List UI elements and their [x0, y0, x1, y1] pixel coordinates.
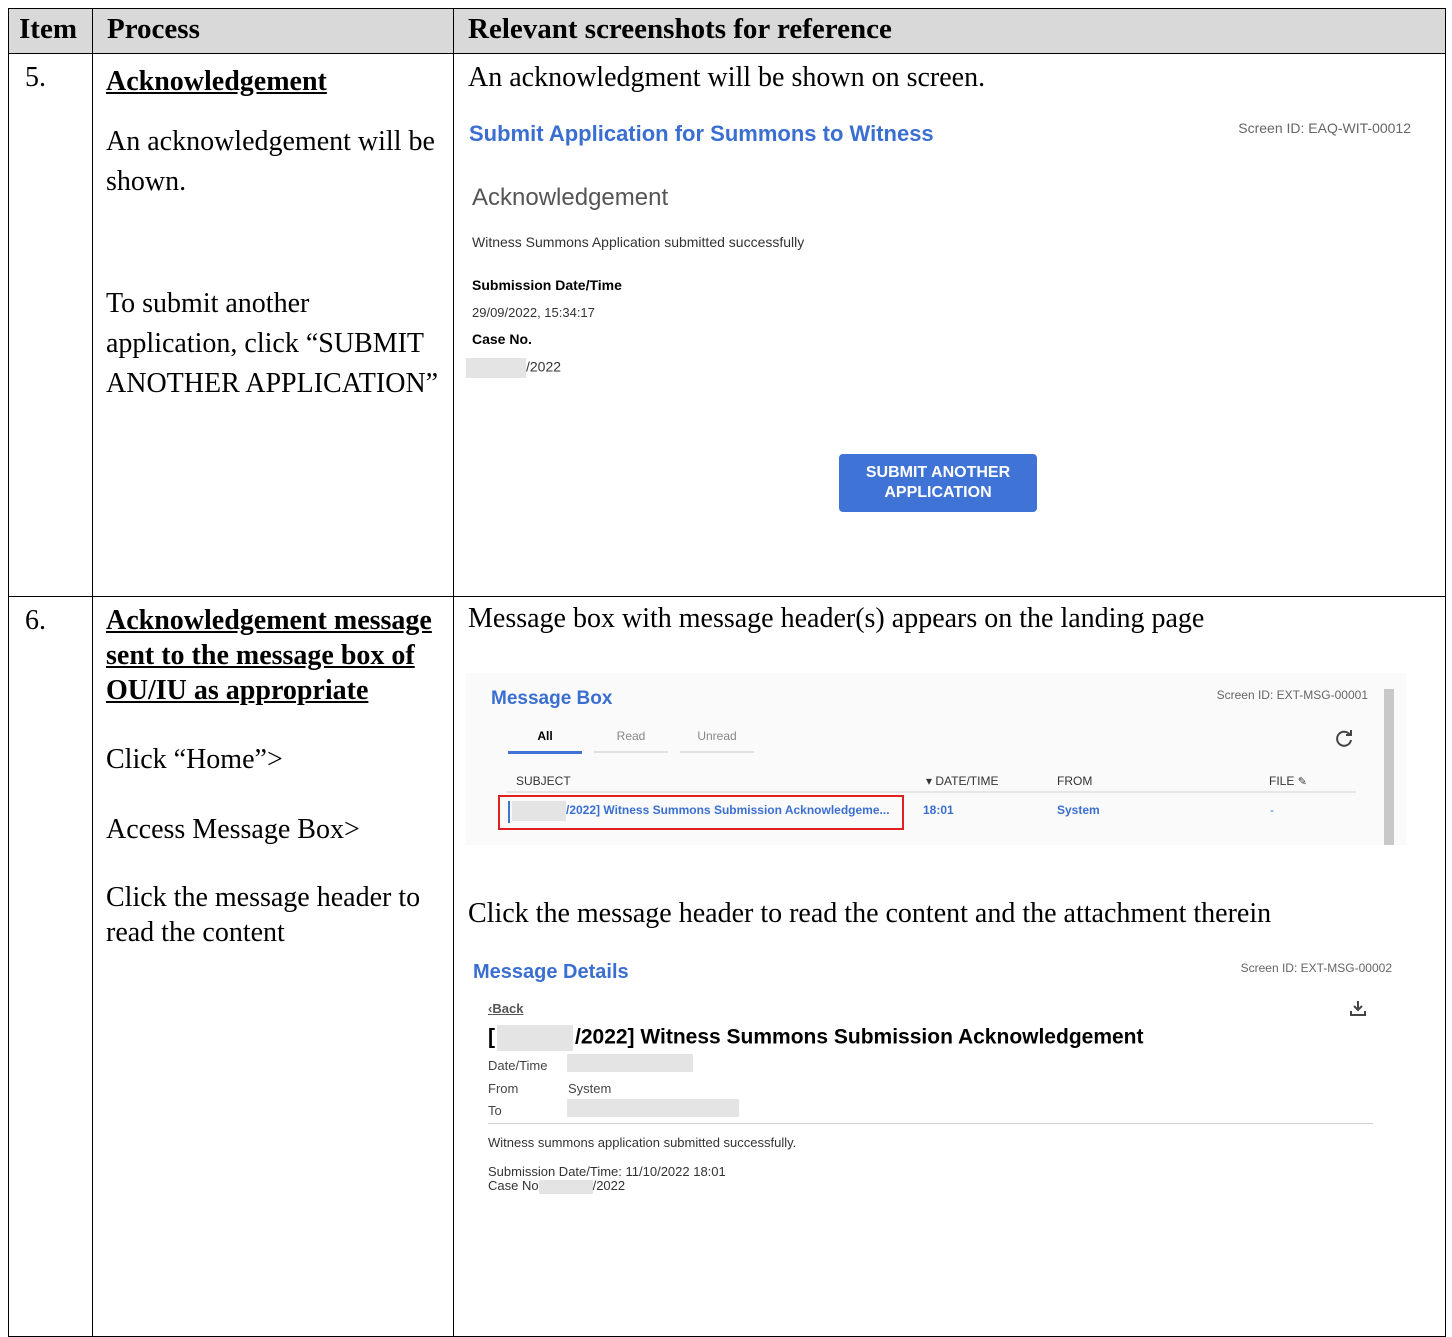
- redacted-block: [567, 1099, 739, 1117]
- paperclip-icon: ✎: [1297, 776, 1307, 788]
- item-number: 5.: [8, 53, 93, 597]
- message-subject-heading: [/2022] Witness Summons Submission Ackno…: [488, 1025, 1144, 1051]
- tab-unread[interactable]: Unread: [680, 729, 754, 753]
- header-process: Process: [92, 8, 454, 54]
- row-marker: [508, 801, 510, 823]
- redacted-block: [497, 1025, 573, 1051]
- col-file[interactable]: FILE ✎: [1269, 774, 1307, 788]
- submit-another-button[interactable]: SUBMIT ANOTHER APPLICATION: [839, 454, 1037, 512]
- message-file: -: [1270, 803, 1274, 817]
- step-title: Acknowledgement: [106, 66, 327, 97]
- message-details-screen: Message Details Screen ID: EXT-MSG-00002…: [466, 955, 1396, 1215]
- date-label: Date/Time: [488, 1058, 548, 1073]
- from-label: From: [488, 1081, 519, 1096]
- message-row[interactable]: /2022] Witness Summons Submission Acknow…: [498, 795, 1358, 830]
- body-line: Case No/2022: [488, 1178, 626, 1194]
- process-cell: Acknowledgement message sent to the mess…: [92, 596, 454, 1337]
- step-desc: An acknowledgement will be shown.: [106, 126, 435, 197]
- caption: Message box with message header(s) appea…: [468, 603, 1205, 634]
- message-time: 18:01: [923, 803, 954, 817]
- refresh-icon[interactable]: [1332, 727, 1356, 751]
- screen-title: Submit Application for Summons to Witnes…: [469, 121, 934, 146]
- caption: Click the message header to read the con…: [468, 898, 1272, 929]
- step-desc: To submit another application, click “SU…: [106, 288, 439, 399]
- from-value: System: [568, 1081, 612, 1096]
- step-instruction: Click “Home”>: [106, 744, 283, 775]
- screen-id: Screen ID: EAQ-WIT-00012: [1238, 120, 1411, 136]
- table-row-6: 6. Acknowledgement message sent to the m…: [8, 596, 1446, 1337]
- table-row-5: 5. Acknowledgement An acknowledgement wi…: [8, 53, 1446, 597]
- reference-cell: An acknowledgment will be shown on scree…: [453, 53, 1446, 597]
- case-label: Case No.: [472, 331, 532, 347]
- body-line: Submission Date/Time: 11/10/2022 18:01: [488, 1164, 726, 1179]
- step-instruction: Click the message header to read the con…: [106, 882, 421, 948]
- caption: An acknowledgment will be shown on scree…: [468, 62, 986, 93]
- body-line: Witness summons application submitted su…: [488, 1135, 797, 1150]
- header-screens: Relevant screenshots for reference: [453, 8, 1446, 54]
- process-cell: Acknowledgement An acknowledgement will …: [92, 53, 454, 597]
- tab-read[interactable]: Read: [594, 729, 668, 753]
- ack-message: Witness Summons Application submitted su…: [472, 234, 805, 250]
- back-link[interactable]: ‹Back: [488, 1001, 523, 1016]
- redacted-block: [512, 801, 566, 821]
- date-value: 29/09/2022, 15:34:17: [472, 305, 595, 320]
- message-box-screen: Message Box Screen ID: EXT-MSG-00001 All…: [466, 673, 1406, 845]
- ack-heading: Acknowledgement: [472, 184, 669, 211]
- acknowledgement-screen: Submit Application for Summons to Witnes…: [466, 114, 1411, 534]
- screen-id: Screen ID: EXT-MSG-00001: [1216, 688, 1368, 702]
- reference-cell: Message box with message header(s) appea…: [453, 596, 1446, 1337]
- screen-id: Screen ID: EXT-MSG-00002: [1240, 961, 1392, 975]
- download-icon[interactable]: [1349, 999, 1367, 1017]
- col-from[interactable]: FROM: [1057, 774, 1092, 788]
- details-divider: [488, 1123, 1373, 1124]
- message-from: System: [1057, 803, 1100, 817]
- msgbox-title: Message Box: [491, 688, 613, 709]
- redacted-block: [466, 358, 526, 378]
- message-subject[interactable]: /2022] Witness Summons Submission Acknow…: [566, 803, 890, 817]
- step-title: Acknowledgement message sent to the mess…: [106, 605, 432, 706]
- details-title: Message Details: [473, 961, 629, 983]
- process-table: Item Process Relevant screenshots for re…: [8, 8, 1446, 1337]
- step-instruction: Access Message Box>: [106, 814, 360, 845]
- header-divider: [506, 791, 1356, 793]
- date-label: Submission Date/Time: [472, 277, 622, 293]
- to-label: To: [488, 1103, 502, 1118]
- col-subject[interactable]: SUBJECT: [516, 774, 571, 788]
- case-value: /2022: [466, 358, 561, 378]
- tab-all[interactable]: All: [508, 729, 582, 754]
- item-number: 6.: [8, 596, 93, 1337]
- table-header-row: Item Process Relevant screenshots for re…: [8, 8, 1446, 54]
- redacted-block: [567, 1054, 693, 1072]
- redacted-block: [538, 1179, 593, 1194]
- header-item: Item: [8, 8, 93, 54]
- scrollbar[interactable]: [1384, 689, 1394, 845]
- col-date[interactable]: ▾ DATE/TIME: [926, 774, 998, 788]
